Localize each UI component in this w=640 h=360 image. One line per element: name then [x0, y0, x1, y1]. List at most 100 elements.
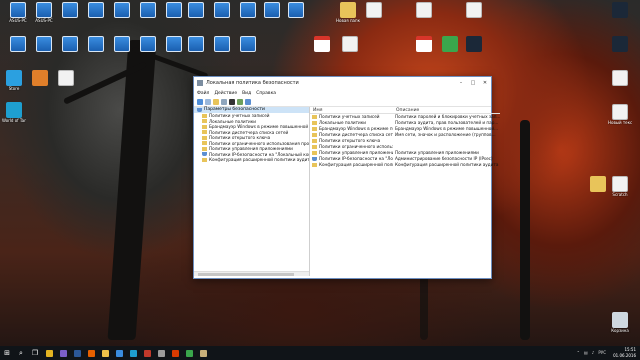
- word-taskbar-button[interactable]: [70, 346, 84, 360]
- desktop-shortcut[interactable]: [162, 2, 186, 18]
- desktop-icon-label: Новый текстов...: [608, 120, 632, 125]
- desktop-shortcut[interactable]: Новая папка: [336, 2, 360, 23]
- desktop-shortcut[interactable]: [210, 2, 234, 18]
- desktop-shortcut[interactable]: [608, 70, 632, 86]
- desktop-shortcut[interactable]: [58, 2, 82, 18]
- firefox-taskbar-button[interactable]: [84, 346, 98, 360]
- desktop-shortcut[interactable]: [110, 36, 134, 52]
- bin-icon: [612, 312, 628, 328]
- volume-icon[interactable]: ♪: [592, 350, 595, 355]
- desktop-shortcut[interactable]: [586, 176, 610, 192]
- desktop-shortcut[interactable]: [310, 36, 334, 52]
- desktop-shortcut[interactable]: [236, 36, 260, 52]
- desktop-shortcut[interactable]: [438, 36, 462, 52]
- tree-item[interactable]: Конфигурация расширенной политики аудита: [194, 157, 309, 163]
- desktop-shortcut[interactable]: [162, 36, 186, 52]
- start-button[interactable]: ⊞: [0, 346, 14, 360]
- app-3-icon: [143, 349, 151, 357]
- steam-icon: [612, 36, 628, 52]
- desktop-shortcut[interactable]: [608, 36, 632, 52]
- desktop-shortcut[interactable]: [84, 2, 108, 18]
- desktop-shortcut[interactable]: [58, 36, 82, 52]
- desktop-shortcut[interactable]: Scratch: [608, 176, 632, 197]
- desktop-shortcut[interactable]: [110, 2, 134, 18]
- help-icon[interactable]: [245, 99, 251, 105]
- desktop-shortcut[interactable]: [184, 36, 208, 52]
- app-taskbar-button-1[interactable]: [112, 346, 126, 360]
- desktop-shortcut[interactable]: [284, 2, 308, 18]
- export-list-icon[interactable]: [237, 99, 243, 105]
- desktop-shortcut[interactable]: [362, 2, 386, 18]
- desktop-shortcut[interactable]: [412, 36, 436, 52]
- app-taskbar-button-5[interactable]: [168, 346, 182, 360]
- column-header-name[interactable]: Имя: [310, 107, 393, 113]
- desktop-shortcut[interactable]: [462, 36, 486, 52]
- close-button[interactable]: ✕: [479, 77, 491, 89]
- shield-icon: [202, 152, 207, 157]
- desktop-shortcut[interactable]: [608, 2, 632, 18]
- viber-taskbar-button[interactable]: [56, 346, 70, 360]
- desktop-shortcut[interactable]: ASUS-PC: [32, 2, 56, 23]
- desktop-shortcut[interactable]: Store: [2, 70, 26, 91]
- desktop-shortcut[interactable]: Новый текстов...: [608, 104, 632, 125]
- desktop-shortcut[interactable]: ASUS-PC: [6, 2, 30, 23]
- desktop-shortcut[interactable]: World of Tanks: [2, 102, 26, 123]
- taskbar: ⊞ ⌕ ❐ ⌃ ▤ ♪ РУС 15:51 01.06.2016: [0, 346, 640, 360]
- explorer-taskbar-button[interactable]: [98, 346, 112, 360]
- green-icon: [442, 36, 458, 52]
- app-taskbar-button-2[interactable]: [126, 346, 140, 360]
- desktop-shortcut[interactable]: [184, 2, 208, 18]
- menu-help[interactable]: Справка: [256, 91, 276, 96]
- app-taskbar-button-3[interactable]: [140, 346, 154, 360]
- minimize-button[interactable]: –: [455, 77, 467, 89]
- list-rows: Политики учетных записей Политики паролей…: [310, 114, 500, 168]
- secpol-taskbar-button[interactable]: [196, 346, 210, 360]
- desktop-shortcut[interactable]: [32, 36, 56, 52]
- up-folder-icon[interactable]: [213, 99, 219, 105]
- desktop-shortcut[interactable]: [54, 70, 78, 86]
- chrome-taskbar-button[interactable]: [42, 346, 56, 360]
- show-hide-tree-icon[interactable]: [221, 99, 227, 105]
- desktop-shortcut[interactable]: [236, 2, 260, 18]
- menu-file[interactable]: Файл: [197, 91, 209, 96]
- chevron-up-icon[interactable]: ⌃: [577, 350, 580, 355]
- app-5-icon: [171, 349, 179, 357]
- menu-action[interactable]: Действие: [214, 91, 237, 96]
- desktop-shortcut[interactable]: [210, 36, 234, 52]
- back-icon[interactable]: [197, 99, 203, 105]
- window-title: Локальная политика безопасности: [206, 80, 299, 86]
- app-taskbar-button-6[interactable]: [182, 346, 196, 360]
- folder-icon: [312, 121, 317, 125]
- app-6-icon: [185, 349, 193, 357]
- desktop-shortcut[interactable]: [136, 36, 160, 52]
- desktop-shortcut[interactable]: [84, 36, 108, 52]
- wallpaper-tree-trunk: [520, 120, 530, 340]
- menu-view[interactable]: Вид: [242, 91, 251, 96]
- tree-horizontal-scrollbar[interactable]: [194, 271, 309, 276]
- desktop-shortcut[interactable]: Корзина: [608, 312, 632, 333]
- app-4-icon: [157, 349, 165, 357]
- delete-icon[interactable]: [229, 99, 235, 105]
- app-taskbar-button-4[interactable]: [154, 346, 168, 360]
- search-icon[interactable]: ⌕: [14, 346, 28, 360]
- doc-icon: [466, 2, 482, 18]
- task-view-icon[interactable]: ❐: [28, 346, 42, 360]
- desktop-shortcut[interactable]: [462, 2, 486, 18]
- window-titlebar[interactable]: Локальная политика безопасности – □ ✕: [194, 77, 491, 89]
- clock[interactable]: 15:51 01.06.2016: [613, 347, 636, 358]
- list-item[interactable]: Конфигурация расширенной политики...Конф…: [310, 162, 500, 168]
- desktop-shortcut[interactable]: [260, 2, 284, 18]
- forward-icon[interactable]: [205, 99, 211, 105]
- column-header-description[interactable]: Описание: [393, 107, 419, 113]
- input-language[interactable]: РУС: [598, 350, 606, 355]
- network-icon[interactable]: ▤: [584, 350, 588, 355]
- wallpaper-tree-trunk: [107, 40, 157, 340]
- maximize-button[interactable]: □: [467, 77, 479, 89]
- desktop-shortcut[interactable]: [338, 36, 362, 52]
- desktop-shortcut[interactable]: [412, 2, 436, 18]
- desktop-shortcut[interactable]: [136, 2, 160, 18]
- scrollbar-thumb[interactable]: [198, 273, 294, 276]
- desktop-shortcut[interactable]: [6, 36, 30, 52]
- chrome-icon: [45, 349, 53, 357]
- desktop-shortcut[interactable]: [28, 70, 52, 86]
